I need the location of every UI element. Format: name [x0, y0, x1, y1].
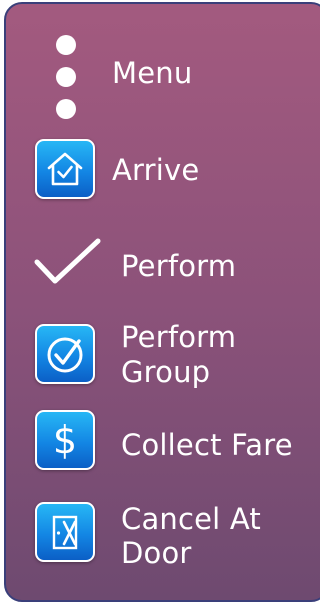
checkmark-icon [34, 236, 104, 288]
menu-label: Menu [112, 56, 193, 90]
collect-fare-label: Collect Fare [121, 428, 293, 462]
arrive-label: Arrive [112, 153, 200, 187]
perform-button[interactable]: Perform [6, 230, 320, 298]
perform-group-button[interactable]: Perform Group [6, 320, 320, 395]
arrive-button[interactable]: Arrive [6, 136, 320, 204]
cancel-at-door-label-line1: Cancel At [121, 502, 261, 536]
perform-group-label-line2: Group [121, 355, 211, 389]
home-check-icon [35, 139, 95, 199]
perform-label: Perform [121, 249, 237, 283]
action-menu-panel: Menu Arrive Perform Perform Group $ Coll… [4, 2, 320, 602]
dollar-symbol: $ [52, 418, 78, 462]
circle-check-icon [35, 324, 95, 384]
perform-group-label-line1: Perform [121, 320, 237, 354]
door-cancel-icon [35, 502, 95, 562]
dollar-icon: $ [35, 410, 95, 470]
cancel-at-door-label-line2: Door [121, 536, 192, 570]
collect-fare-button[interactable]: $ Collect Fare [6, 407, 320, 475]
menu-button[interactable]: Menu [6, 4, 320, 124]
cancel-at-door-button[interactable]: Cancel At Door [6, 498, 320, 578]
